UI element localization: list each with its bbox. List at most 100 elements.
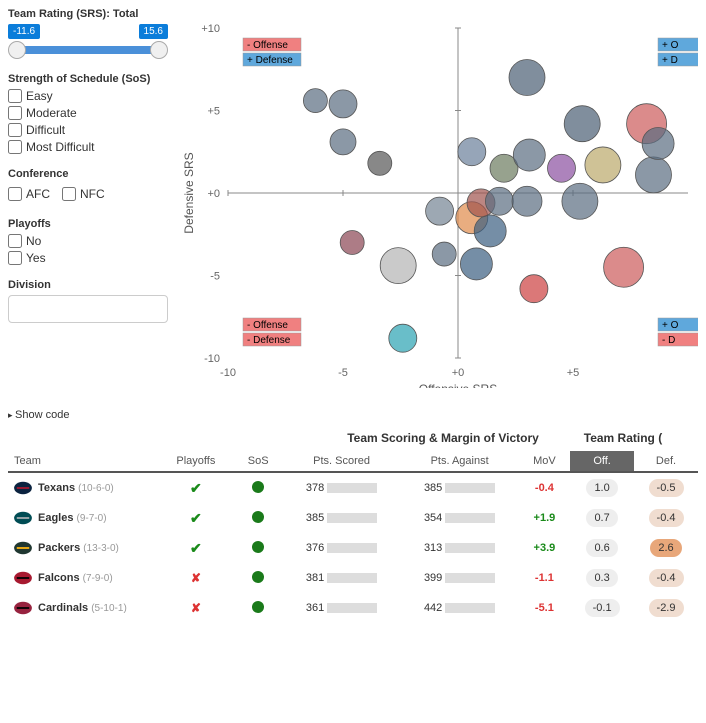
sos-checkbox-difficult[interactable]	[8, 123, 22, 137]
col-header-playoffs[interactable]: Playoffs	[158, 451, 234, 472]
svg-text:+ O: + O	[662, 320, 679, 331]
svg-text:- Offense: - Offense	[247, 320, 288, 331]
playoffs-checkbox-label-yes: Yes	[26, 251, 46, 265]
pts-scored-value: 381	[306, 572, 324, 584]
srs-max-badge: 15.6	[139, 24, 168, 39]
chart-bubble[interactable]	[330, 129, 356, 155]
mov-value: +3.9	[534, 542, 556, 554]
x-icon: ✘	[191, 601, 201, 615]
team-record: (7-9-0)	[83, 573, 113, 584]
chart-bubble[interactable]	[432, 242, 456, 266]
team-record: (13-3-0)	[83, 543, 119, 554]
table-row[interactable]: Falcons (7-9-0)✘381399-1.10.3-0.4	[8, 563, 698, 593]
chart-bubble[interactable]	[548, 154, 576, 182]
division-input[interactable]	[8, 295, 168, 323]
col-header-pts_against[interactable]: Pts. Against	[401, 451, 519, 472]
sos-checkbox-moderate[interactable]	[8, 106, 22, 120]
off-pill: 0.3	[586, 569, 617, 587]
chart-bubble[interactable]	[426, 197, 454, 225]
table-row[interactable]: Cardinals (5-10-1)✘361442-5.1-0.1-2.9	[8, 593, 698, 623]
svg-text:-10: -10	[204, 353, 220, 365]
chart-bubble[interactable]	[458, 138, 486, 166]
scatter-chart[interactable]: -10-5+0+5-10-5+0+5+10Offensive SRSDefens…	[178, 8, 698, 388]
srs-slider-handle-min[interactable]	[8, 41, 26, 59]
chart-bubble[interactable]	[329, 90, 357, 118]
show-code-toggle[interactable]: Show code	[8, 409, 698, 421]
sos-checkbox-most-difficult[interactable]	[8, 140, 22, 154]
chart-bubble[interactable]	[380, 248, 416, 284]
srs-slider[interactable]	[8, 41, 168, 59]
team-name: Falcons	[38, 572, 80, 584]
col-header-pts_scored[interactable]: Pts. Scored	[283, 451, 401, 472]
mov-value: -0.4	[535, 482, 554, 494]
svg-text:+ O: + O	[662, 40, 679, 51]
chart-bubble[interactable]	[520, 275, 548, 303]
table-row[interactable]: Texans (10-6-0)✔378385-0.41.0-0.5	[8, 472, 698, 503]
team-record: (10-6-0)	[78, 483, 114, 494]
x-icon: ✘	[191, 571, 201, 585]
chart-bubble[interactable]	[512, 186, 542, 216]
sos-dot	[252, 601, 264, 613]
chart-bubble[interactable]	[636, 157, 672, 193]
chart-bubble[interactable]	[564, 106, 600, 142]
col-header-sos[interactable]: SoS	[234, 451, 283, 472]
pts-against-value: 442	[424, 602, 442, 614]
pts-scored-value: 361	[306, 602, 324, 614]
chart-bubble[interactable]	[642, 128, 674, 160]
playoffs-checkbox-no[interactable]	[8, 234, 22, 248]
team-name: Packers	[38, 542, 80, 554]
sos-dot	[252, 511, 264, 523]
sos-checkbox-label-difficult: Difficult	[26, 123, 65, 137]
svg-text:+ D: + D	[662, 55, 678, 66]
pts-scored-value: 378	[306, 482, 324, 494]
section-header-rating: Team Rating (	[548, 431, 698, 445]
chart-bubble[interactable]	[485, 187, 513, 215]
chart-bubble[interactable]	[389, 324, 417, 352]
def-pill: -2.9	[649, 599, 684, 617]
table-row[interactable]: Packers (13-3-0)✔376313+3.90.62.6	[8, 533, 698, 563]
srs-min-badge: -11.6	[8, 24, 40, 39]
srs-slider-handle-max[interactable]	[150, 41, 168, 59]
svg-text:-5: -5	[210, 271, 220, 283]
chart-bubble[interactable]	[585, 147, 621, 183]
col-header-off[interactable]: Off.	[570, 451, 634, 472]
chart-bubble[interactable]	[513, 139, 545, 171]
svg-text:Offensive SRS: Offensive SRS	[419, 382, 497, 388]
sos-dot	[252, 481, 264, 493]
chart-bubble[interactable]	[460, 248, 492, 280]
svg-text:+5: +5	[207, 106, 220, 118]
team-name: Cardinals	[38, 602, 88, 614]
division-label: Division	[8, 279, 168, 291]
svg-text:+5: +5	[567, 367, 580, 379]
sos-checkbox-label-moderate: Moderate	[26, 106, 77, 120]
def-pill: -0.5	[649, 479, 684, 497]
svg-text:+0: +0	[207, 188, 220, 200]
playoffs-checkbox-label-no: No	[26, 234, 41, 248]
pts-against-value: 354	[424, 512, 442, 524]
off-pill: 0.6	[586, 539, 617, 557]
chart-bubble[interactable]	[604, 247, 644, 287]
col-header-def[interactable]: Def.	[634, 451, 698, 472]
chart-bubble[interactable]	[474, 215, 506, 247]
sos-checkbox-easy[interactable]	[8, 89, 22, 103]
conf-checkbox-afc[interactable]	[8, 187, 22, 201]
conf-checkbox-nfc[interactable]	[62, 187, 76, 201]
chart-bubble[interactable]	[303, 89, 327, 113]
playoffs-checkbox-yes[interactable]	[8, 251, 22, 265]
sos-checkbox-label-easy: Easy	[26, 89, 53, 103]
sos-checkbox-label-most-difficult: Most Difficult	[26, 140, 94, 154]
chart-bubble[interactable]	[340, 231, 364, 255]
conf-checkbox-label-nfc: NFC	[80, 187, 105, 201]
sos-dot	[252, 541, 264, 553]
col-header-mov[interactable]: MoV	[519, 451, 571, 472]
chart-bubble[interactable]	[509, 60, 545, 96]
team-name: Eagles	[38, 512, 73, 524]
sos-label: Strength of Schedule (SoS)	[8, 73, 168, 85]
check-icon: ✔	[190, 480, 202, 496]
table-row[interactable]: Eagles (9-7-0)✔385354+1.90.7-0.4	[8, 503, 698, 533]
chart-bubble[interactable]	[368, 151, 392, 175]
def-pill: -0.4	[649, 569, 684, 587]
chart-bubble[interactable]	[562, 183, 598, 219]
mov-value: -5.1	[535, 602, 554, 614]
col-header-team[interactable]: Team	[8, 451, 158, 472]
